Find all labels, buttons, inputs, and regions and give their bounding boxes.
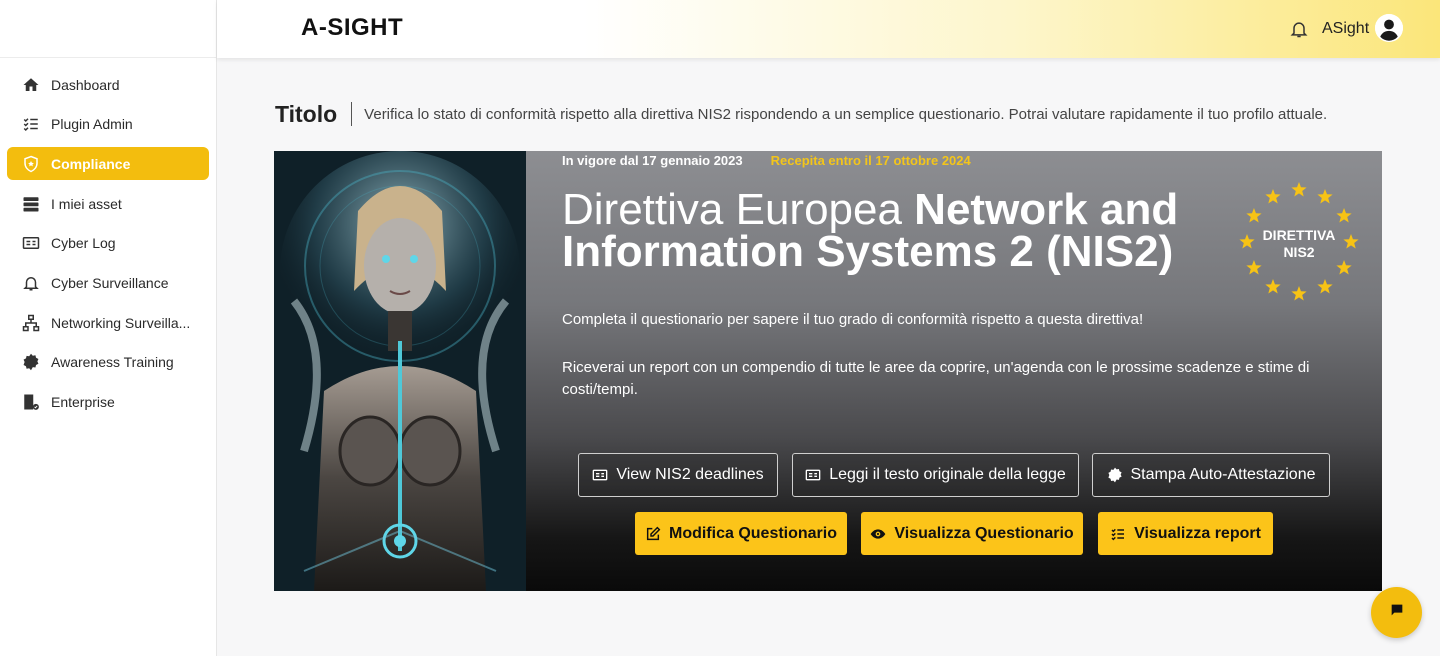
nis2-hero-card: In vigore dal 17 gennaio 2023 Recepita e…	[274, 151, 1382, 591]
page-title: Titolo	[275, 102, 353, 126]
cyber-angel-illustration	[274, 151, 526, 591]
sidebar-item-label: Enterprise	[51, 394, 115, 410]
eu-star-icon	[1265, 279, 1281, 294]
eye-icon	[870, 526, 886, 542]
top-header: A-SIGHT ASight	[217, 0, 1440, 58]
shield-icon	[21, 154, 41, 174]
view-deadlines-label: View NIS2 deadlines	[616, 466, 764, 483]
nis2-info-panel: In vigore dal 17 gennaio 2023 Recepita e…	[526, 151, 1382, 591]
hero-title: Direttiva Europea Network and Informatio…	[562, 188, 1242, 274]
date-effective: In vigore dal 17 gennaio 2023	[562, 153, 743, 168]
sidebar-nav: Dashboard Plugin Admin Compliance I miei…	[0, 58, 216, 419]
directive-dates: In vigore dal 17 gennaio 2023 Recepita e…	[562, 153, 971, 168]
eu-star-icon	[1343, 234, 1359, 249]
page-title-row: Titolo Verifica lo stato di conformità r…	[275, 102, 1327, 126]
sidebar-item-label: Cyber Log	[51, 235, 116, 252]
eu-star-icon	[1246, 260, 1262, 275]
sidebar-item-awareness-training[interactable]: Awareness Training	[7, 346, 209, 379]
sidebar-header	[0, 0, 216, 58]
eu-star-icon	[1336, 260, 1352, 275]
sidebar-item-label: Compliance	[51, 155, 131, 172]
print-self-attestation-button[interactable]: Stampa Auto-Attestazione	[1092, 453, 1330, 497]
newspaper-icon	[805, 467, 821, 483]
server-icon	[21, 194, 41, 214]
newspaper-icon	[592, 467, 608, 483]
chat-button[interactable]	[1371, 587, 1422, 638]
eu-star-icon	[1291, 182, 1307, 197]
eu-star-icon	[1239, 234, 1255, 249]
sidebar-item-cyber-log[interactable]: Cyber Log	[7, 227, 209, 260]
page-subtitle: Verifica lo stato di conformità rispetto…	[364, 105, 1328, 123]
user-name[interactable]: ASight	[1322, 20, 1369, 38]
notification-bell-icon[interactable]	[1289, 18, 1309, 40]
sidebar-item-enterprise[interactable]: Enterprise	[7, 386, 209, 419]
edit-questionnaire-label: Modifica Questionario	[668, 524, 837, 542]
hero-paragraph-2: Riceverai un report con un compendio di …	[562, 359, 1310, 398]
sidebar-item-label: Awareness Training	[51, 354, 174, 371]
certificate-icon	[1107, 467, 1123, 483]
chat-icon	[1389, 602, 1405, 623]
print-self-attestation-label: Stampa Auto-Attestazione	[1130, 466, 1316, 483]
sidebar-item-plugin-admin[interactable]: Plugin Admin	[7, 108, 209, 141]
edit-questionnaire-button[interactable]: Modifica Questionario	[635, 512, 847, 555]
network-icon	[21, 313, 41, 333]
sidebar-item-label: Plugin Admin	[51, 116, 133, 133]
eu-star-icon	[1317, 279, 1333, 294]
sidebar-item-label: Dashboard	[51, 76, 120, 93]
eu-star-icon	[1291, 286, 1307, 301]
eu-star-icon	[1246, 208, 1262, 223]
edit-icon	[645, 526, 661, 542]
eu-star-icon	[1265, 188, 1281, 204]
sidebar-item-compliance[interactable]: Compliance	[7, 147, 209, 181]
user-avatar-icon[interactable]	[1375, 14, 1403, 42]
sidebar-item-label: Cyber Surveillance	[51, 274, 169, 291]
date-transposed: Recepita entro il 17 ottobre 2024	[770, 153, 971, 168]
eu-star-icon	[1336, 208, 1352, 223]
home-icon	[21, 75, 41, 95]
view-deadlines-button[interactable]: View NIS2 deadlines	[578, 453, 778, 497]
sidebar-item-my-assets[interactable]: I miei asset	[7, 187, 209, 220]
view-questionnaire-label: Visualizza Questionario	[894, 524, 1074, 542]
cog-badge-icon	[21, 352, 41, 372]
sidebar: Dashboard Plugin Admin Compliance I miei…	[0, 0, 217, 656]
app-logo[interactable]: A-SIGHT	[301, 14, 403, 42]
eu-star-icon	[1317, 188, 1333, 204]
view-report-label: Visualizza report	[1134, 524, 1261, 542]
sidebar-item-label: I miei asset	[51, 195, 122, 212]
read-law-button[interactable]: Leggi il testo originale della legge	[792, 453, 1079, 497]
read-law-label: Leggi il testo originale della legge	[829, 466, 1066, 483]
building-icon	[21, 392, 41, 412]
sidebar-item-label: Networking Surveilla...	[51, 314, 191, 331]
nis2-eu-badge: DIRETTIVA NIS2	[1234, 177, 1364, 307]
view-report-button[interactable]: Visualizza report	[1098, 512, 1273, 555]
view-questionnaire-button[interactable]: Visualizza Questionario	[861, 512, 1083, 555]
checklist-icon	[21, 114, 41, 134]
sidebar-item-cyber-surveillance[interactable]: Cyber Surveillance	[7, 266, 209, 299]
sidebar-item-dashboard[interactable]: Dashboard	[7, 68, 209, 101]
badge-line2: NIS2	[1283, 244, 1314, 260]
sidebar-item-networking-surveillance[interactable]: Networking Surveilla...	[7, 306, 209, 339]
checklist-icon	[1110, 526, 1126, 542]
hero-paragraph-1: Completa il questionario per sapere il t…	[562, 311, 1144, 328]
bell-icon	[21, 273, 41, 293]
badge-line1: DIRETTIVA	[1263, 227, 1336, 243]
log-icon	[21, 233, 41, 253]
